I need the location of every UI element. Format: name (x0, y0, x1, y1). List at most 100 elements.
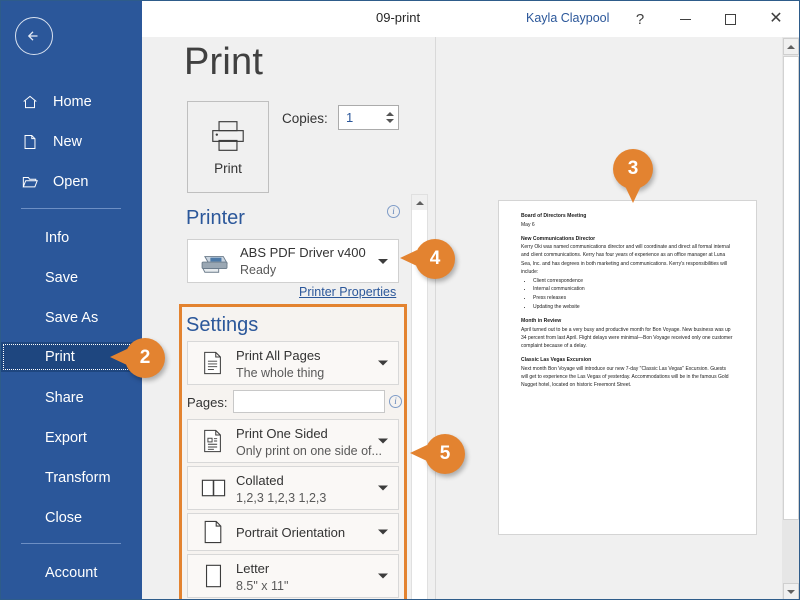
copies-value[interactable]: 1 (339, 110, 381, 125)
printer-status: Ready (240, 263, 276, 277)
doc-bullet-item: Press releases (533, 294, 733, 303)
sidebar-item-label: Info (45, 230, 69, 246)
chevron-down-icon[interactable] (378, 574, 388, 579)
user-account-name[interactable]: Kayla Claypool (526, 11, 609, 25)
sidebar-item-label: Open (53, 174, 88, 190)
sidebar-item-open[interactable]: Open (1, 167, 142, 197)
arrow-up-icon[interactable] (386, 112, 394, 116)
printer-icon (208, 119, 248, 153)
doc-bullet-item: Client correspondence (533, 277, 733, 286)
doc-spacer (521, 229, 733, 236)
option-sub-label: Only print on one side of... (236, 444, 382, 458)
print-range-icon (198, 348, 228, 378)
printer-properties-link[interactable]: Printer Properties (299, 285, 396, 299)
sidebar-item-save-as[interactable]: Save As (1, 303, 142, 333)
print-preview-pane: Board of Directors Meeting May 6 New Com… (436, 37, 781, 600)
callout-number: 4 (430, 248, 441, 270)
preview-page[interactable]: Board of Directors Meeting May 6 New Com… (498, 200, 757, 535)
copies-stepper[interactable]: 1 (338, 105, 399, 130)
callout-badge-2: 2 (125, 338, 165, 378)
arrow-down-icon (787, 590, 795, 594)
copies-label: Copies: (282, 111, 328, 126)
help-button[interactable]: ? (618, 1, 662, 37)
doc-section-heading: Classic Las Vegas Excursion (521, 357, 733, 365)
callout-tail (110, 349, 127, 365)
print-sides-dropdown[interactable]: Print One Sided Only print on one side o… (187, 419, 399, 463)
chevron-down-icon[interactable] (378, 486, 388, 491)
sidebar-item-label: Share (45, 390, 84, 406)
printer-device-icon (198, 251, 232, 275)
maximize-icon (725, 14, 736, 25)
arrow-down-icon[interactable] (386, 119, 394, 123)
chevron-down-icon[interactable] (378, 439, 388, 444)
minimize-button[interactable] (663, 1, 707, 37)
arrow-up-icon (787, 45, 795, 49)
callout-number: 5 (440, 443, 451, 465)
option-main-label: Print All Pages (236, 348, 321, 363)
settings-heading: Settings (186, 314, 258, 337)
portrait-icon (198, 517, 228, 547)
sidebar-item-label: New (53, 134, 82, 150)
back-button[interactable] (15, 17, 53, 55)
info-icon[interactable]: i (389, 395, 402, 408)
doc-title: Board of Directors Meeting (521, 213, 733, 221)
callout-number: 2 (140, 347, 151, 369)
doc-section-body: Next month Bon Voyage will introduce our… (521, 365, 733, 389)
scrollbar-thumb[interactable] (783, 56, 799, 520)
option-main-label: Print One Sided (236, 426, 328, 441)
sidebar-item-account[interactable]: Account (1, 558, 142, 588)
info-icon[interactable]: i (387, 205, 400, 218)
option-sub-label: 8.5" x 11" (236, 579, 288, 593)
doc-spacer (521, 350, 733, 357)
option-sub-label: The whole thing (236, 366, 324, 380)
doc-section-heading: Month in Review (521, 318, 733, 326)
pages-text-field[interactable] (234, 391, 384, 412)
sidebar-item-label: Close (45, 510, 82, 526)
doc-bullet-item: Updating the website (533, 303, 733, 312)
scrollbar-up-button[interactable] (783, 38, 799, 55)
print-button[interactable]: Print (187, 101, 269, 193)
callout-number: 3 (628, 158, 639, 180)
callout-tail (625, 186, 641, 203)
printer-heading: Printer (186, 207, 245, 230)
sidebar-item-label: Transform (45, 470, 111, 486)
chevron-down-icon[interactable] (378, 530, 388, 535)
callout-tail (400, 250, 417, 266)
option-main-label: Portrait Orientation (236, 525, 345, 540)
doc-section-body: April turned out to be a very busy and p… (521, 326, 733, 350)
sidebar-item-share[interactable]: Share (1, 383, 142, 413)
sidebar-item-close[interactable]: Close (1, 503, 142, 533)
orientation-dropdown[interactable]: Portrait Orientation (187, 513, 399, 551)
doc-spacer (521, 311, 733, 318)
sidebar-item-export[interactable]: Export (1, 423, 142, 453)
sidebar-item-info[interactable]: Info (1, 223, 142, 253)
scrollbar-down-button[interactable] (783, 583, 799, 600)
callout-tail (410, 445, 427, 461)
preview-scrollbar[interactable] (782, 37, 800, 600)
sidebar-item-save[interactable]: Save (1, 263, 142, 293)
sidebar-item-home[interactable]: Home (1, 87, 142, 117)
pages-input[interactable] (233, 390, 385, 413)
collated-icon (198, 473, 228, 503)
sidebar-item-label: Account (45, 565, 97, 581)
callout-badge-3: 3 (613, 149, 653, 189)
close-button[interactable]: ✕ (754, 1, 798, 37)
print-range-dropdown[interactable]: Print All Pages The whole thing (187, 341, 399, 385)
chevron-down-icon[interactable] (378, 361, 388, 366)
doc-bullet-list: Client correspondence Internal communica… (533, 277, 733, 311)
page-title: Print (184, 41, 263, 84)
paper-size-dropdown[interactable]: Letter 8.5" x 11" (187, 554, 399, 598)
chevron-down-icon[interactable] (378, 259, 388, 264)
collation-dropdown[interactable]: Collated 1,2,3 1,2,3 1,2,3 (187, 466, 399, 510)
maximize-button[interactable] (708, 1, 752, 37)
sidebar-item-new[interactable]: New (1, 127, 142, 157)
folder-icon (21, 173, 43, 191)
home-icon (21, 93, 43, 111)
copies-spinner[interactable] (381, 106, 398, 129)
sidebar-item-transform[interactable]: Transform (1, 463, 142, 493)
close-icon: ✕ (769, 11, 782, 27)
print-backstage-window: 09-print Kayla Claypool ? ✕ (0, 0, 800, 600)
printer-dropdown[interactable]: ABS PDF Driver v400 Ready (187, 239, 399, 283)
scrollbar-up-button[interactable] (412, 195, 427, 210)
callout-badge-4: 4 (415, 239, 455, 279)
